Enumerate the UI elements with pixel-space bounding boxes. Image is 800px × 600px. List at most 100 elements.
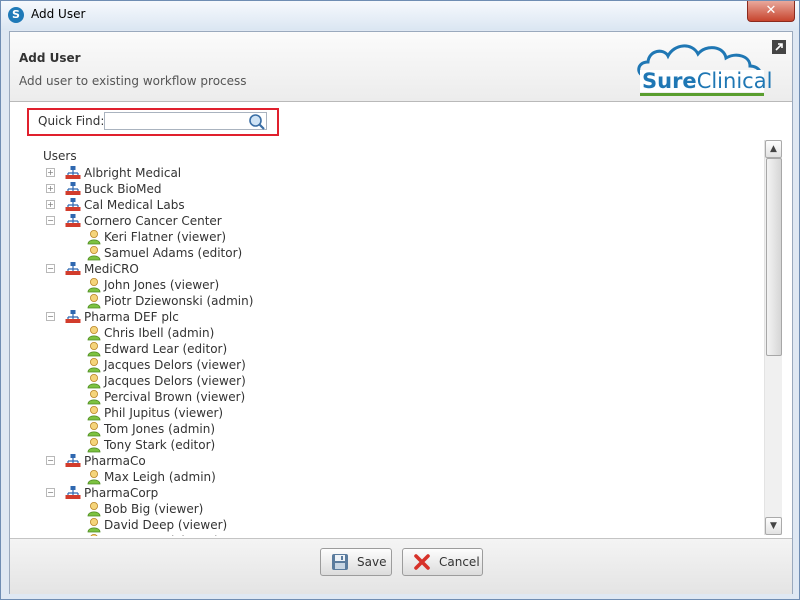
user-icon bbox=[87, 518, 101, 533]
tree-user-label: Bob Big (viewer) bbox=[104, 502, 204, 516]
tree-user-label: Samuel Adams (editor) bbox=[104, 246, 243, 260]
tree-group-label: PharmaCo bbox=[84, 454, 146, 468]
save-button-label: Save bbox=[357, 555, 387, 569]
collapse-icon[interactable]: − bbox=[46, 312, 55, 321]
red-x-icon bbox=[414, 554, 430, 570]
tree-group-label: Cal Medical Labs bbox=[84, 198, 185, 212]
tree-user-label: Keri Flatner (viewer) bbox=[104, 230, 227, 244]
user-icon bbox=[87, 278, 101, 293]
tree-root-label: Users bbox=[43, 149, 77, 163]
cancel-button[interactable]: Cancel bbox=[402, 548, 483, 576]
tree-group-label: PharmaCorp bbox=[84, 486, 159, 500]
tree-user-row[interactable]: Tom Jones (admin) bbox=[46, 421, 446, 437]
tree-group-row[interactable]: − Pharma DEF plc bbox=[46, 309, 446, 325]
user-icon bbox=[87, 438, 101, 453]
tree-group-row[interactable]: − PharmaCo bbox=[46, 453, 446, 469]
expand-icon[interactable] bbox=[772, 40, 786, 54]
tree-user-label: Phil Jupitus (viewer) bbox=[104, 406, 224, 420]
user-icon bbox=[87, 390, 101, 405]
cancel-button-label: Cancel bbox=[439, 555, 480, 569]
collapse-icon[interactable]: − bbox=[46, 456, 55, 465]
tree-user-row[interactable]: Edward Lear (editor) bbox=[46, 341, 446, 357]
organization-icon bbox=[65, 214, 81, 227]
tree-user-row[interactable]: John Jones (viewer) bbox=[46, 277, 446, 293]
tree-user-row[interactable]: Tony Stark (editor) bbox=[46, 437, 446, 453]
tree-group-label: Pharma DEF plc bbox=[84, 310, 179, 324]
user-icon bbox=[87, 470, 101, 485]
svg-text:SureClinical: SureClinical bbox=[642, 69, 772, 93]
quick-find: Quick Find: bbox=[27, 108, 279, 136]
save-button[interactable]: Save bbox=[320, 548, 392, 576]
sureclinical-app-icon: S bbox=[8, 7, 24, 23]
floppy-disk-icon bbox=[332, 554, 348, 570]
tree-group-row[interactable]: + Buck BioMed bbox=[46, 181, 446, 197]
header-subtitle: Add user to existing workflow process bbox=[19, 74, 247, 88]
quick-find-input[interactable] bbox=[104, 112, 267, 130]
quick-find-label: Quick Find: bbox=[38, 114, 105, 128]
scrollbar-thumb[interactable] bbox=[766, 158, 782, 356]
tree-user-label: Percival Brown (viewer) bbox=[104, 390, 246, 404]
logo-text-clinical: Clinical bbox=[697, 69, 772, 93]
tree-user-label: Chris Ibell (admin) bbox=[104, 326, 215, 340]
organization-icon bbox=[65, 182, 81, 195]
tree-user-row[interactable]: Piotr Dziewonski (admin) bbox=[46, 293, 446, 309]
add-user-dialog: S Add User ✕ Add User Add user to existi… bbox=[0, 0, 800, 600]
tree-user-row[interactable]: Phil Jupitus (viewer) bbox=[46, 405, 446, 421]
organization-icon bbox=[65, 454, 81, 467]
tree-group-label: Buck BioMed bbox=[84, 182, 162, 196]
search-icon[interactable] bbox=[248, 113, 266, 131]
dialog-header: Add User Add user to existing workflow p… bbox=[10, 32, 792, 102]
tree-user-row[interactable]: Max Leigh (admin) bbox=[46, 469, 446, 485]
scroll-down-button[interactable]: ▼ bbox=[765, 517, 782, 535]
user-icon bbox=[87, 326, 101, 341]
collapse-icon[interactable]: − bbox=[46, 488, 55, 497]
user-icon bbox=[87, 502, 101, 517]
tree-user-row[interactable]: Chris Ibell (admin) bbox=[46, 325, 446, 341]
tree-user-row[interactable]: Bob Big (viewer) bbox=[46, 501, 446, 517]
tree-group-label: Albright Medical bbox=[84, 166, 182, 180]
tree-user-row[interactable]: Eve Evans (viewer) bbox=[46, 533, 446, 536]
organization-icon bbox=[65, 198, 81, 211]
header-title: Add User bbox=[19, 51, 81, 65]
tree-user-label: Tom Jones (admin) bbox=[104, 422, 216, 436]
tree-user-row[interactable]: David Deep (viewer) bbox=[46, 517, 446, 533]
expand-icon[interactable]: + bbox=[46, 168, 55, 177]
tree-group-row[interactable]: + Albright Medical bbox=[46, 165, 446, 181]
tree-user-row[interactable]: Jacques Delors (viewer) bbox=[46, 357, 446, 373]
tree-group-row[interactable]: − MediCRO bbox=[46, 261, 446, 277]
collapse-icon[interactable]: − bbox=[46, 264, 55, 273]
user-icon bbox=[87, 246, 101, 261]
logo-text-sure: Sure bbox=[642, 69, 697, 93]
tree-user-label: Jacques Delors (viewer) bbox=[104, 358, 246, 372]
dialog-footer: Save Cancel bbox=[10, 538, 792, 594]
tree-user-row[interactable]: Samuel Adams (editor) bbox=[46, 245, 446, 261]
user-icon bbox=[87, 406, 101, 421]
close-button[interactable]: ✕ bbox=[747, 1, 795, 22]
organization-icon bbox=[65, 310, 81, 323]
tree-user-label: David Deep (viewer) bbox=[104, 518, 228, 532]
scroll-up-button[interactable]: ▲ bbox=[765, 140, 782, 158]
user-icon bbox=[87, 374, 101, 389]
tree-user-label: Tony Stark (editor) bbox=[104, 438, 216, 452]
tree-group-row[interactable]: − Cornero Cancer Center bbox=[46, 213, 446, 229]
tree-user-row[interactable]: Keri Flatner (viewer) bbox=[46, 229, 446, 245]
organization-icon bbox=[65, 166, 81, 179]
user-icon bbox=[87, 422, 101, 437]
tree-user-row[interactable]: Jacques Delors (viewer) bbox=[46, 373, 446, 389]
user-icon bbox=[87, 230, 101, 245]
expand-icon[interactable]: + bbox=[46, 200, 55, 209]
title-bar[interactable]: S Add User ✕ bbox=[1, 1, 799, 30]
expand-icon[interactable]: + bbox=[46, 184, 55, 193]
tree-user-label: Piotr Dziewonski (admin) bbox=[104, 294, 254, 308]
window-title: Add User bbox=[31, 7, 86, 21]
tree-user-row[interactable]: Percival Brown (viewer) bbox=[46, 389, 446, 405]
user-icon bbox=[87, 358, 101, 373]
tree-user-label: Edward Lear (editor) bbox=[104, 342, 228, 356]
tree-group-row[interactable]: + Cal Medical Labs bbox=[46, 197, 446, 213]
tree-scrollbar[interactable]: ▲ ▼ bbox=[764, 140, 782, 535]
tree-group-row[interactable]: − PharmaCorp bbox=[46, 485, 446, 501]
tree-user-label: Eve Evans (viewer) bbox=[104, 533, 219, 536]
tree-user-label: Max Leigh (admin) bbox=[104, 470, 216, 484]
organization-icon bbox=[65, 486, 81, 499]
collapse-icon[interactable]: − bbox=[46, 216, 55, 225]
